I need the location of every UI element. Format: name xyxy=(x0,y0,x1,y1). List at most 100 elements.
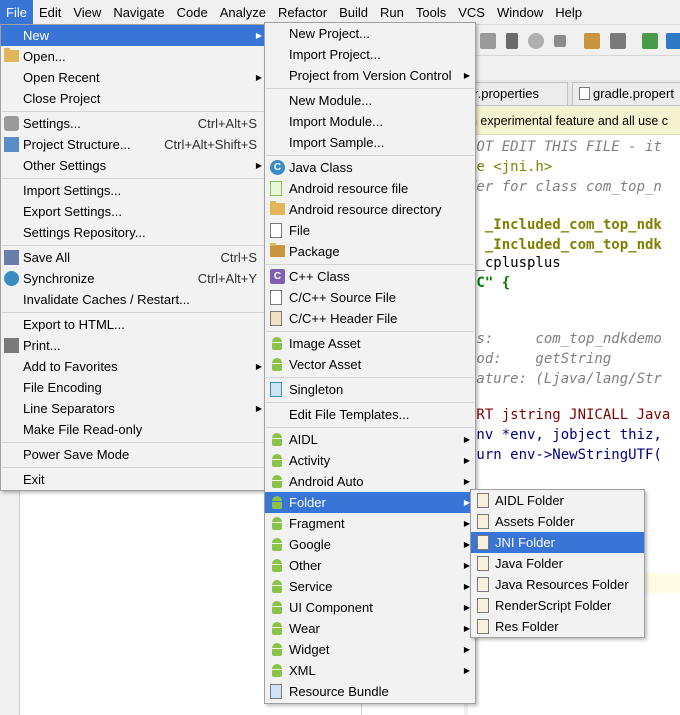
menu-item-aidl-folder[interactable]: AIDL Folder xyxy=(471,490,644,511)
menu-item-label: Res Folder xyxy=(495,619,559,634)
menu-item-add-to-favorites[interactable]: Add to Favorites ▶ xyxy=(1,356,267,377)
menu-item-image-asset[interactable]: Image Asset xyxy=(265,333,475,354)
menu-item-open[interactable]: Open... xyxy=(1,46,267,67)
menu-item-file[interactable]: File xyxy=(265,220,475,241)
menu-item-project-from-version-control[interactable]: Project from Version Control ▶ xyxy=(265,65,475,86)
menu-item-activity[interactable]: Activity ▶ xyxy=(265,450,475,471)
menu-item-new-module[interactable]: New Module... xyxy=(265,90,475,111)
menu-item-other-settings[interactable]: Other Settings ▶ xyxy=(1,155,267,176)
editor-tabs: r.properties gradle.propert xyxy=(468,80,680,106)
menu-item-renderscript-folder[interactable]: RenderScript Folder xyxy=(471,595,644,616)
menu-item-export-to-html[interactable]: Export to HTML... xyxy=(1,314,267,335)
sdk-manager-icon[interactable] xyxy=(610,33,626,49)
rerun-icon[interactable] xyxy=(528,33,544,49)
menu-item-print[interactable]: Print... xyxy=(1,335,267,356)
tab-gradle-properties[interactable]: gradle.propert xyxy=(572,82,680,105)
project-structure-icon[interactable] xyxy=(584,33,600,49)
menu-window[interactable]: Window xyxy=(491,0,549,25)
stop-icon[interactable] xyxy=(554,35,566,47)
menu-item-java-resources-folder[interactable]: Java Resources Folder xyxy=(471,574,644,595)
menu-item-synchronize[interactable]: Synchronize Ctrl+Alt+Y xyxy=(1,268,267,289)
menu-item-import-settings[interactable]: Import Settings... xyxy=(1,180,267,201)
menu-tools[interactable]: Tools xyxy=(410,0,452,25)
menu-item-folder[interactable]: Folder ▶ xyxy=(265,492,475,513)
menu-item-project-structure[interactable]: Project Structure... Ctrl+Alt+Shift+S xyxy=(1,134,267,155)
menu-item-google[interactable]: Google ▶ xyxy=(265,534,475,555)
menu-item-java-class[interactable]: C Java Class xyxy=(265,157,475,178)
folder-template-icon xyxy=(477,619,489,634)
menu-analyze[interactable]: Analyze xyxy=(214,0,272,25)
menu-item-new-project[interactable]: New Project... xyxy=(265,23,475,44)
menu-help[interactable]: Help xyxy=(549,0,588,25)
folder-template-icon xyxy=(477,493,489,508)
menu-item-export-settings[interactable]: Export Settings... xyxy=(1,201,267,222)
menu-vcs[interactable]: VCS xyxy=(452,0,491,25)
menu-item-c-class[interactable]: C C++ Class xyxy=(265,266,475,287)
menu-item-c-c-source-file[interactable]: C/C++ Source File xyxy=(265,287,475,308)
menu-refactor[interactable]: Refactor xyxy=(272,0,333,25)
menu-item-wear[interactable]: Wear ▶ xyxy=(265,618,475,639)
menu-item-resource-bundle[interactable]: Resource Bundle xyxy=(265,681,475,702)
menu-view[interactable]: View xyxy=(67,0,107,25)
sync-gradle-icon[interactable] xyxy=(642,33,658,49)
attach-debugger-icon[interactable] xyxy=(506,33,518,49)
menu-item-service[interactable]: Service ▶ xyxy=(265,576,475,597)
menu-item-import-sample[interactable]: Import Sample... xyxy=(265,132,475,153)
menu-item-java-folder[interactable]: Java Folder xyxy=(471,553,644,574)
menu-separator xyxy=(2,178,266,179)
menu-item-jni-folder[interactable]: JNI Folder xyxy=(471,532,644,553)
menu-item-android-resource-directory[interactable]: Android resource directory xyxy=(265,199,475,220)
menu-item-settings[interactable]: Settings... Ctrl+Alt+S xyxy=(1,113,267,134)
menu-code[interactable]: Code xyxy=(171,0,214,25)
menu-item-open-recent[interactable]: Open Recent ▶ xyxy=(1,67,267,88)
menu-item-line-separators[interactable]: Line Separators ▶ xyxy=(1,398,267,419)
menu-item-close-project[interactable]: Close Project xyxy=(1,88,267,109)
menu-item-save-all[interactable]: Save All Ctrl+S xyxy=(1,247,267,268)
menu-item-ui-component[interactable]: UI Component ▶ xyxy=(265,597,475,618)
menu-item-assets-folder[interactable]: Assets Folder xyxy=(471,511,644,532)
menu-item-android-resource-file[interactable]: Android resource file xyxy=(265,178,475,199)
menu-file[interactable]: File xyxy=(0,0,33,25)
android-icon xyxy=(270,432,284,447)
debug-icon[interactable] xyxy=(480,33,496,49)
menu-item-vector-asset[interactable]: Vector Asset xyxy=(265,354,475,375)
menu-item-res-folder[interactable]: Res Folder xyxy=(471,616,644,637)
menu-item-import-project[interactable]: Import Project... xyxy=(265,44,475,65)
code-line: der for class com_top_n xyxy=(468,179,662,195)
menu-edit[interactable]: Edit xyxy=(33,0,67,25)
menu-item-file-encoding[interactable]: File Encoding xyxy=(1,377,267,398)
menu-separator xyxy=(2,442,266,443)
android-icon xyxy=(270,642,284,657)
menu-item-import-module[interactable]: Import Module... xyxy=(265,111,475,132)
android-icon xyxy=(270,600,284,615)
avd-manager-icon[interactable] xyxy=(666,33,680,49)
folder-icon xyxy=(4,48,19,62)
menu-item-package[interactable]: Package xyxy=(265,241,475,262)
menu-navigate[interactable]: Navigate xyxy=(107,0,170,25)
menu-build[interactable]: Build xyxy=(333,0,374,25)
menu-item-label: Singleton xyxy=(289,382,344,397)
menu-item-other[interactable]: Other ▶ xyxy=(265,555,475,576)
menu-item-widget[interactable]: Widget ▶ xyxy=(265,639,475,660)
menu-item-label: Line Separators xyxy=(23,401,115,416)
menu-item-power-save-mode[interactable]: Power Save Mode xyxy=(1,444,267,465)
wrench-icon xyxy=(4,116,19,131)
menu-item-exit[interactable]: Exit xyxy=(1,469,267,490)
folder-template-icon xyxy=(477,556,489,571)
menu-item-label: Settings... xyxy=(23,116,81,131)
tab-properties[interactable]: r.properties xyxy=(468,82,568,105)
menu-item-c-c-header-file[interactable]: C/C++ Header File xyxy=(265,308,475,329)
menu-item-android-auto[interactable]: Android Auto ▶ xyxy=(265,471,475,492)
menu-item-settings-repository[interactable]: Settings Repository... xyxy=(1,222,267,243)
menu-item-fragment[interactable]: Fragment ▶ xyxy=(265,513,475,534)
menu-item-singleton[interactable]: Singleton xyxy=(265,379,475,400)
menu-item-xml[interactable]: XML ▶ xyxy=(265,660,475,681)
menu-item-edit-file-templates[interactable]: Edit File Templates... xyxy=(265,404,475,425)
project-structure-icon xyxy=(4,137,19,152)
menu-item-new[interactable]: New ▶ xyxy=(1,25,267,46)
menu-item-aidl[interactable]: AIDL ▶ xyxy=(265,429,475,450)
menu-run[interactable]: Run xyxy=(374,0,410,25)
menu-item-invalidate-caches-restart[interactable]: Invalidate Caches / Restart... xyxy=(1,289,267,310)
menu-item-shortcut: Ctrl+S xyxy=(220,250,257,265)
menu-item-make-file-read-only[interactable]: Make File Read-only xyxy=(1,419,267,440)
